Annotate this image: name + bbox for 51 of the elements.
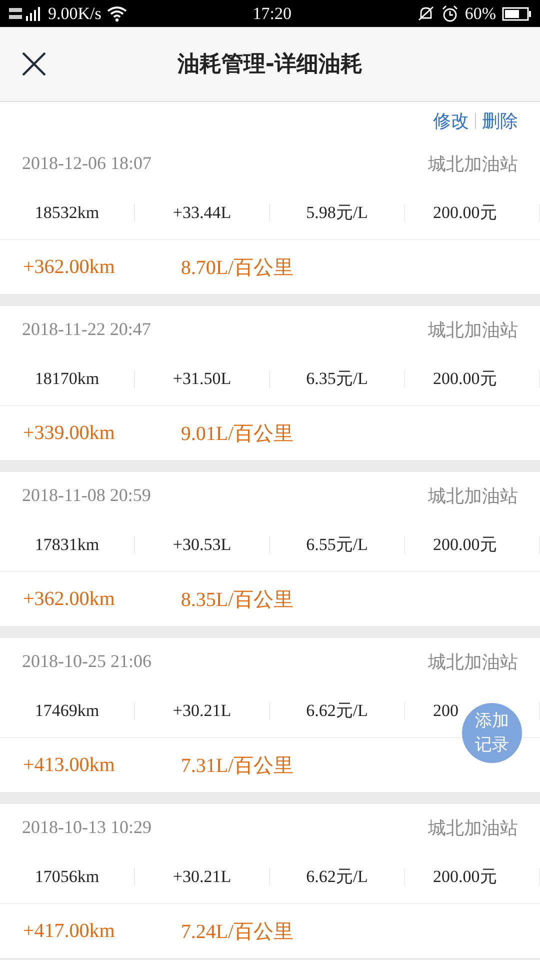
distance-value: +362.00km bbox=[23, 588, 115, 610]
fuel-amount: 200.00元 bbox=[405, 536, 540, 554]
odometer-value: 18170km bbox=[0, 370, 135, 388]
record-datetime: 2018-10-13 10:29 bbox=[22, 817, 152, 838]
fuel-volume: +30.53L bbox=[135, 536, 270, 554]
fuel-volume: +31.50L bbox=[135, 370, 270, 388]
station-name: 城北加油站 bbox=[428, 318, 518, 342]
consumption-value: 8.35L/百公里 bbox=[180, 588, 294, 612]
close-icon[interactable] bbox=[22, 52, 46, 76]
station-name: 城北加油站 bbox=[428, 816, 518, 840]
battery-level: 60% bbox=[464, 4, 496, 24]
battery-icon bbox=[502, 6, 532, 20]
record-datetime: 2018-11-08 20:59 bbox=[22, 485, 151, 506]
record-datetime: 2018-10-25 21:06 bbox=[22, 651, 152, 672]
station-name: 城北加油站 bbox=[428, 650, 518, 674]
record-datetime: 2018-12-06 18:07 bbox=[22, 153, 152, 174]
consumption-value: 7.31L/百公里 bbox=[180, 754, 294, 778]
odometer-value: 17056km bbox=[0, 868, 135, 886]
distance-value: +339.00km bbox=[23, 422, 115, 444]
station-name: 城北加油站 bbox=[428, 152, 518, 176]
distance-value: +417.00km bbox=[23, 920, 115, 942]
fuel-volume: +30.21L bbox=[135, 868, 270, 886]
distance-value: +362.00km bbox=[23, 256, 115, 278]
odometer-value: 17831km bbox=[0, 536, 135, 554]
bell-muted-icon bbox=[416, 4, 435, 22]
delete-link[interactable]: 删除 bbox=[482, 109, 518, 133]
fuel-price: 6.62元/L bbox=[270, 868, 405, 886]
edit-link[interactable]: 修改 bbox=[433, 109, 469, 133]
odometer-value: 18532km bbox=[0, 204, 135, 222]
fuel-volume: +30.21L bbox=[135, 702, 270, 720]
fuel-amount: 200.00元 bbox=[405, 204, 540, 222]
consumption-value: 9.01L/百公里 bbox=[180, 422, 294, 446]
fuel-amount: 200.00元 bbox=[405, 868, 540, 886]
alarm-icon bbox=[440, 4, 459, 22]
odometer-value: 17469km bbox=[0, 702, 135, 720]
consumption-value: 8.70L/百公里 bbox=[180, 256, 294, 280]
fuel-price: 6.62元/L bbox=[270, 702, 405, 720]
fuel-price: 5.98元/L bbox=[270, 204, 405, 222]
fuel-price: 6.35元/L bbox=[270, 370, 405, 388]
record-datetime: 2018-11-22 20:47 bbox=[22, 319, 151, 340]
signal-icon bbox=[8, 6, 42, 22]
station-name: 城北加油站 bbox=[428, 484, 518, 508]
fuel-volume: +33.44L bbox=[135, 204, 270, 222]
distance-value: +413.00km bbox=[23, 754, 115, 776]
consumption-value: 7.24L/百公里 bbox=[180, 920, 294, 944]
network-speed: 9.00K/s bbox=[48, 4, 102, 24]
fuel-price: 6.55元/L bbox=[270, 536, 405, 554]
clock: 17:20 bbox=[252, 4, 292, 24]
fuel-amount: 200.00元 bbox=[405, 370, 540, 388]
page-title: 油耗管理-详细油耗 bbox=[176, 51, 364, 79]
wifi-icon bbox=[107, 6, 128, 22]
